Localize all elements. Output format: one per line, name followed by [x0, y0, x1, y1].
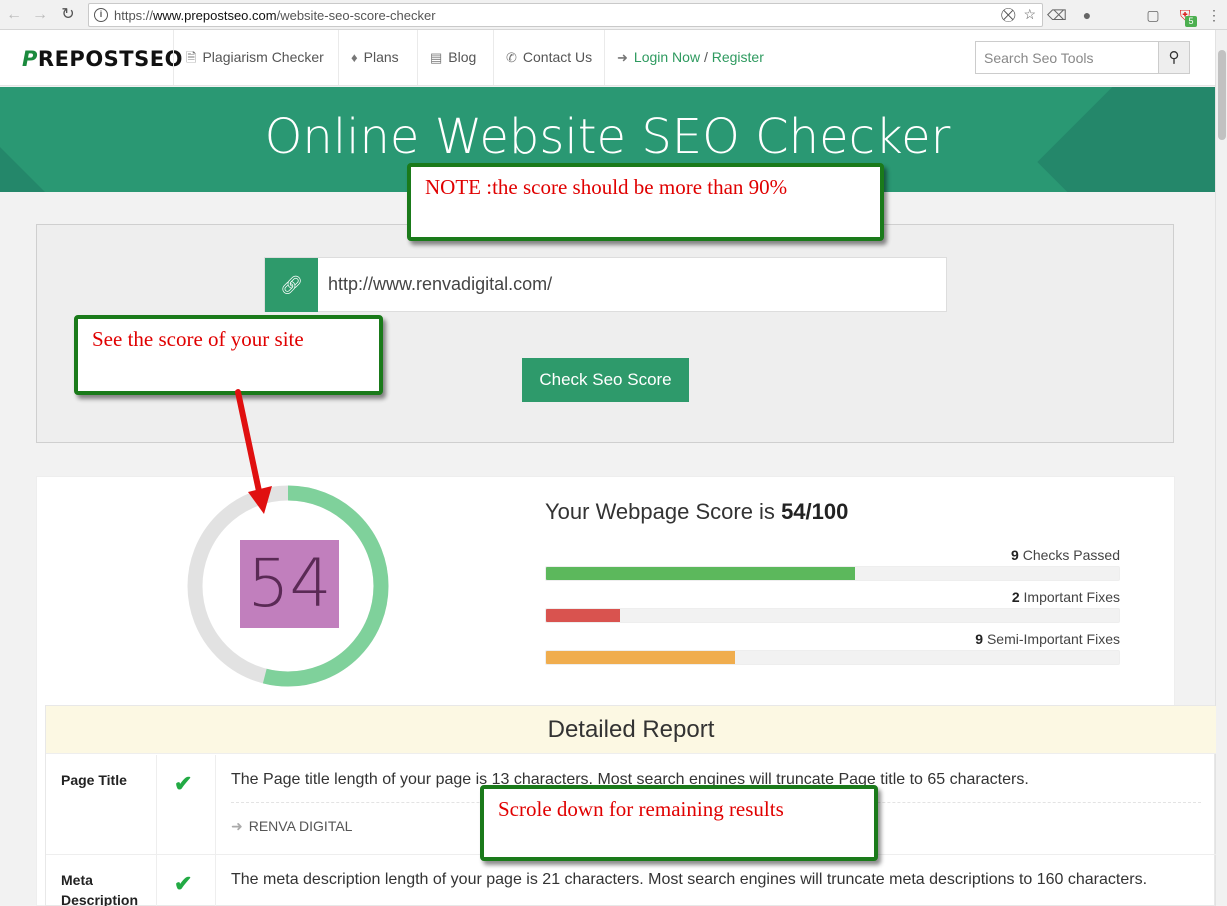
see-score-text: See the score of your site: [92, 327, 304, 351]
reload-icon[interactable]: ↻: [58, 5, 78, 25]
url-host: www.prepostseo.com: [153, 8, 277, 23]
bar-label-text: Checks Passed: [1022, 547, 1120, 563]
browser-menu-icon[interactable]: ⋮: [1205, 6, 1223, 24]
score-heading-value: 54/100: [781, 499, 849, 524]
blocked-content-icon[interactable]: ⛒: [1001, 6, 1015, 22]
important-fixes-label: 2 Important Fixes: [545, 589, 1120, 605]
address-bar-icons: ⛒ ☆: [1001, 6, 1036, 23]
checks-passed-bar: [545, 566, 1120, 581]
red-pointer-arrow: [235, 389, 272, 514]
site-logo[interactable]: PREPOSTSEO: [22, 47, 183, 71]
website-url-input[interactable]: http://www.renvadigital.com/: [328, 274, 552, 295]
bar-label-text: Important Fixes: [1023, 589, 1120, 605]
nav-blog[interactable]: ▤ Blog: [417, 30, 488, 85]
check-icon: ✔: [174, 771, 193, 796]
important-fixes-bar: [545, 608, 1120, 623]
tool-search: ⚲: [975, 41, 1190, 74]
login-icon: ➜: [617, 50, 628, 65]
document-icon: 🗎: [186, 50, 197, 65]
important-fixes-fill: [546, 609, 621, 622]
page-scrollbar[interactable]: [1215, 30, 1227, 906]
scroll-down-callout: Scrole down for remaining results: [480, 785, 878, 861]
nav-label: Contact Us: [522, 49, 593, 65]
toggle-extension-icon[interactable]: ●: [1078, 6, 1096, 24]
url-scheme: https://: [114, 8, 154, 23]
bar-count: 9: [1011, 547, 1019, 563]
register-link[interactable]: Register: [712, 49, 764, 65]
page-extension-icon[interactable]: ▢: [1144, 6, 1162, 24]
score-heading-prefix: Your Webpage Score is: [545, 499, 775, 524]
extension-badge: 5: [1185, 16, 1197, 27]
url-path: /website-seo-score-checker: [276, 8, 436, 23]
search-input[interactable]: [976, 42, 1159, 73]
note-callout: NOTE :the score should be more than 90%: [407, 163, 884, 241]
checks-passed-label: 9 Checks Passed: [545, 547, 1120, 563]
row-status-cell: ✔: [156, 755, 216, 854]
info-icon[interactable]: i: [94, 8, 108, 22]
browser-toolbar: ← → ↻ i https://www.prepostseo.com/websi…: [0, 0, 1227, 30]
check-seo-score-button[interactable]: Check Seo Score: [522, 358, 689, 402]
note-text: NOTE :the score should be more than 90%: [425, 175, 788, 199]
report-title: Detailed Report: [46, 706, 1216, 754]
arrow-right-icon: ➜: [231, 818, 243, 834]
semi-important-fixes-label: 9 Semi-Important Fixes: [545, 631, 1120, 647]
search-icon: ⚲: [1168, 49, 1180, 66]
bar-label-text: Semi-Important Fixes: [986, 631, 1120, 647]
nav-plagiarism-checker[interactable]: 🗎 Plagiarism Checker: [173, 30, 336, 85]
semi-important-fixes-fill: [546, 651, 736, 664]
report-row-meta-description: Meta Description ✔ The meta description …: [46, 855, 1216, 906]
login-link[interactable]: Login Now: [634, 49, 700, 65]
url-input-group: 🔗︎ http://www.renvadigital.com/: [264, 257, 947, 312]
bar-count: 9: [975, 631, 984, 647]
search-button[interactable]: ⚲: [1158, 42, 1189, 73]
semi-important-fixes-bar: [545, 650, 1120, 665]
nav-login-register: ➜ Login Now / Register: [604, 30, 776, 85]
logo-letter: P: [22, 47, 38, 71]
row-label: Page Title: [61, 772, 127, 788]
row-label: Meta Description: [61, 872, 139, 906]
forward-arrow-icon[interactable]: →: [30, 5, 50, 25]
checks-passed-fill: [546, 567, 856, 580]
logo-text: REPOSTSEO: [37, 47, 183, 71]
newspaper-icon: ▤: [430, 50, 443, 65]
bar-count: 2: [1011, 589, 1020, 605]
score-number: 54: [240, 540, 339, 628]
score-heading: Your Webpage Score is 54/100: [545, 499, 848, 525]
see-score-callout: See the score of your site: [74, 315, 383, 395]
phone-icon: ✆: [506, 50, 517, 65]
tag-icon: ♦: [351, 50, 358, 65]
page-title: Online Website SEO Checker: [264, 109, 951, 165]
row-status-cell: ✔: [156, 855, 216, 906]
row-detail-text: RENVA DIGITAL: [248, 818, 353, 834]
bookmark-star-icon[interactable]: ☆: [1023, 6, 1036, 22]
row-message: The meta description length of your page…: [231, 871, 1148, 888]
nav-label: Blog: [448, 49, 477, 65]
row-detail: ➜ RENVA DIGITAL: [231, 818, 352, 835]
address-bar[interactable]: i https://www.prepostseo.com/website-seo…: [88, 3, 1043, 27]
nav-label: Plans: [363, 49, 399, 65]
address-text[interactable]: https://www.prepostseo.com/website-seo-s…: [114, 8, 436, 23]
link-icon: 🔗︎: [265, 258, 318, 312]
nav-plans[interactable]: ♦ Plans: [338, 30, 411, 85]
site-header: PREPOSTSEO 🗎 Plagiarism Checker ♦ Plans ▤ B…: [0, 30, 1215, 86]
nav-contact-us[interactable]: ✆ Contact Us: [493, 30, 604, 85]
check-icon: ✔: [174, 871, 193, 896]
scroll-down-text: Scrole down for remaining results: [498, 797, 784, 821]
eraser-extension-icon[interactable]: ⌫: [1047, 6, 1067, 24]
login-separator: /: [703, 49, 708, 65]
nav-label: Plagiarism Checker: [202, 49, 324, 65]
back-arrow-icon[interactable]: ←: [4, 5, 24, 25]
scrollbar-thumb[interactable]: [1218, 50, 1226, 140]
